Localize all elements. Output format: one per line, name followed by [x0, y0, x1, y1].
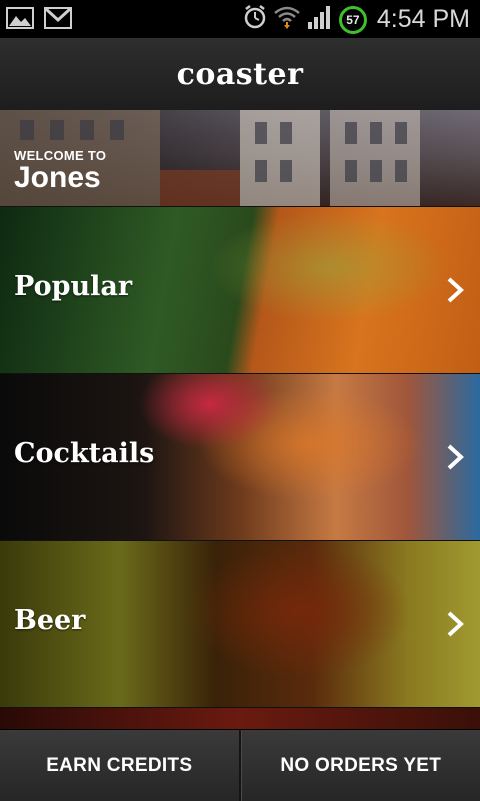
signal-icon [307, 4, 333, 35]
wifi-icon [273, 4, 301, 35]
venue-banner[interactable]: WELCOME TO Jones [0, 110, 480, 206]
alarm-icon [243, 4, 267, 35]
chevron-right-icon [444, 442, 466, 472]
venue-text: WELCOME TO Jones [14, 148, 106, 195]
orders-button[interactable]: NO ORDERS YET [242, 730, 480, 801]
category-label: Beer [14, 605, 85, 636]
category-label: Popular [14, 271, 132, 302]
category-next-peek[interactable] [0, 707, 480, 730]
app-title: coaster [177, 57, 304, 92]
category-beer[interactable]: Beer [0, 540, 480, 708]
category-label: Cocktails [14, 438, 154, 469]
status-bar: 57 4:54 PM [0, 0, 480, 38]
earn-credits-button[interactable]: EARN CREDITS [0, 730, 239, 801]
bottom-action-bar: EARN CREDITS NO ORDERS YET [0, 729, 480, 801]
chevron-right-icon [444, 275, 466, 305]
gmail-icon [44, 7, 72, 34]
status-time: 4:54 PM [377, 5, 470, 34]
category-popular[interactable]: Popular [0, 206, 480, 374]
category-cocktails[interactable]: Cocktails [0, 373, 480, 541]
venue-name: Jones [14, 161, 106, 195]
battery-icon: 57 [339, 6, 367, 34]
gallery-icon [6, 7, 34, 34]
app-header: coaster [0, 38, 480, 111]
chevron-right-icon [444, 609, 466, 639]
